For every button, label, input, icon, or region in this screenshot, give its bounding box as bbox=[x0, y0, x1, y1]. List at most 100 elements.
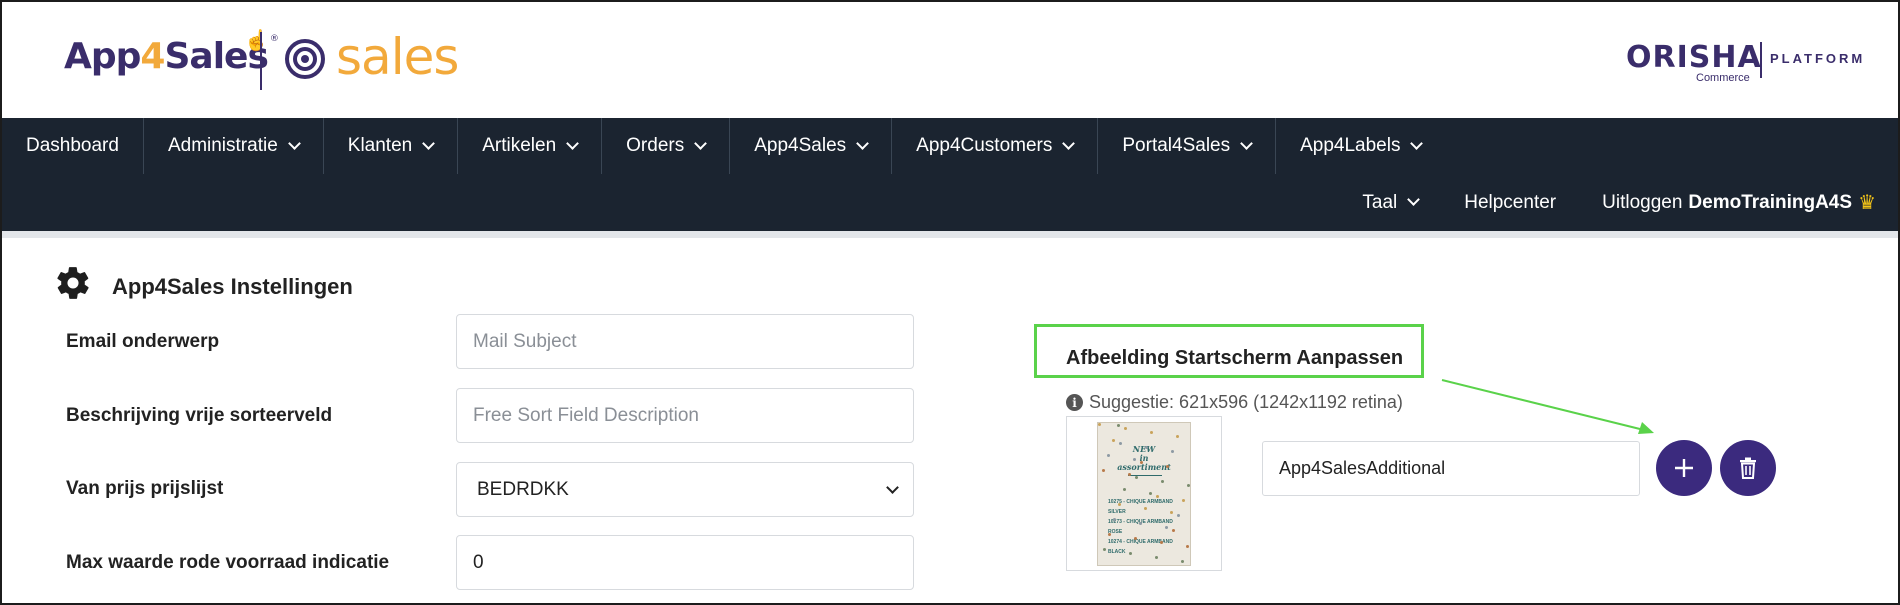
nav-item-portal4sales[interactable]: Portal4Sales bbox=[1098, 118, 1277, 174]
thumb-speckle bbox=[1140, 461, 1143, 464]
thumb-speckle bbox=[1145, 446, 1148, 449]
thumb-speckle bbox=[1165, 526, 1168, 529]
nav-secondary: Taal Helpcenter Uitloggen DemoTrainingA4… bbox=[1316, 174, 1876, 231]
thumb-speckle bbox=[1171, 450, 1174, 453]
thumb-speckle bbox=[1108, 533, 1111, 536]
nav-item-artikelen[interactable]: Artikelen bbox=[458, 118, 603, 174]
thumb-speckle bbox=[1123, 488, 1126, 491]
trash-icon bbox=[1740, 457, 1756, 479]
email-subject-input[interactable]: Mail Subject bbox=[456, 314, 914, 369]
nav-language[interactable]: Taal bbox=[1362, 192, 1421, 214]
nav-item-app4sales[interactable]: App4Sales bbox=[730, 118, 893, 174]
thumb-speckle bbox=[1187, 484, 1190, 487]
thumb-speckle bbox=[1144, 507, 1147, 510]
plus-icon bbox=[1675, 459, 1693, 477]
nav-item-label: App4Labels bbox=[1300, 135, 1401, 156]
thumb-speckle bbox=[1124, 427, 1127, 430]
sort-field-input[interactable]: Free Sort Field Description bbox=[456, 388, 914, 443]
nav-item-label: Portal4Sales bbox=[1122, 135, 1231, 156]
orisha-divider bbox=[1760, 42, 1762, 78]
nav-item-administratie[interactable]: Administratie bbox=[144, 118, 324, 174]
thumb-speckle bbox=[1170, 511, 1173, 514]
orisha-sub: Commerce bbox=[1696, 72, 1750, 84]
thumb-speckle bbox=[1117, 424, 1120, 427]
chevron-down-icon bbox=[1407, 193, 1421, 206]
thumb-headline: NEW in assortiment bbox=[1117, 444, 1171, 472]
nav-item-label: App4Sales bbox=[754, 135, 847, 156]
thumb-speckle bbox=[1139, 522, 1142, 525]
thumb-speckle bbox=[1135, 476, 1138, 479]
chevron-down-icon bbox=[694, 136, 708, 150]
image-preview[interactable]: NEW in assortiment 10275 - CHIQUE ARMBAN… bbox=[1066, 416, 1222, 571]
annotation-arrow bbox=[1441, 379, 1654, 434]
thumb-speckle bbox=[1160, 541, 1163, 544]
app-frame: App4Sales ® ☝ sales ORISHA Commerce PLATF… bbox=[0, 0, 1900, 605]
sort-field-label: Beschrijving vrije sorteerveld bbox=[66, 405, 333, 426]
chevron-down-icon bbox=[422, 136, 436, 150]
thumb-speckle bbox=[1103, 548, 1106, 551]
thumb-speckle bbox=[1129, 552, 1132, 555]
add-image-button[interactable] bbox=[1656, 440, 1712, 496]
gear-icon bbox=[57, 267, 89, 299]
chevron-down-icon bbox=[1240, 136, 1253, 150]
nav-item-label: Artikelen bbox=[482, 135, 557, 156]
thumb-speckle bbox=[1161, 480, 1164, 483]
thumb-speckle bbox=[1112, 439, 1115, 442]
pricelist-select[interactable]: BEDRDKK bbox=[456, 462, 914, 517]
thumb-speckle bbox=[1098, 423, 1101, 426]
sales-logo: sales bbox=[336, 28, 459, 86]
thumb-speckle bbox=[1172, 529, 1175, 532]
thumb-speckle bbox=[1134, 537, 1137, 540]
image-panel-title: Afbeelding Startscherm Aanpassen bbox=[1066, 347, 1404, 369]
nav-item-klanten[interactable]: Klanten bbox=[324, 118, 459, 174]
image-filename-field[interactable]: App4SalesAdditional bbox=[1262, 441, 1640, 496]
chevron-down-icon bbox=[1410, 136, 1424, 150]
nav-item-dashboard[interactable]: Dashboard bbox=[2, 118, 144, 174]
orisha-logo: ORISHA Commerce bbox=[1626, 40, 1762, 84]
orisha-word: ORISHA bbox=[1626, 40, 1762, 75]
nav-item-label: Administratie bbox=[167, 135, 278, 156]
username: DemoTrainingA4S bbox=[1688, 191, 1853, 213]
section-title: App4Sales Instellingen bbox=[112, 274, 353, 299]
stock-indicator-label: Max waarde rode voorraad indicatie bbox=[66, 552, 390, 573]
nav-item-label: Dashboard bbox=[26, 135, 119, 156]
logo-divider bbox=[260, 32, 262, 90]
chevron-down-icon bbox=[856, 136, 870, 150]
thumb-speckle bbox=[1119, 442, 1122, 445]
nav-logout[interactable]: Uitloggen DemoTrainingA4S ♛ bbox=[1602, 190, 1876, 215]
orisha-platform: PLATFORM bbox=[1770, 51, 1866, 66]
chevron-down-icon bbox=[886, 480, 899, 494]
delete-image-button[interactable] bbox=[1720, 440, 1776, 496]
chevron-down-icon bbox=[566, 136, 580, 150]
thumb-speckle bbox=[1113, 518, 1116, 521]
thumb-speckle bbox=[1182, 499, 1185, 502]
thumb-speckle bbox=[1118, 503, 1121, 506]
thumb-speckle bbox=[1102, 469, 1105, 472]
stock-indicator-input[interactable]: 0 bbox=[456, 535, 914, 590]
thumb-speckle bbox=[1176, 435, 1179, 438]
nav-shadow bbox=[2, 231, 1898, 238]
target-icon bbox=[285, 39, 325, 79]
pricelist-label: Van prijs prijslijst bbox=[66, 478, 224, 499]
nav-item-app4customers[interactable]: App4Customers bbox=[892, 118, 1099, 174]
preview-thumbnail: NEW in assortiment 10275 - CHIQUE ARMBAN… bbox=[1097, 422, 1191, 566]
chevron-down-icon bbox=[1062, 136, 1076, 150]
thumb-speckle bbox=[1107, 454, 1110, 457]
image-size-hint: i Suggestie: 621x596 (1242x1192 retina) bbox=[1066, 392, 1403, 413]
thumb-speckle bbox=[1186, 545, 1189, 548]
nav-primary: Dashboard Administratie Klanten Artikelen Or… bbox=[2, 118, 1445, 174]
thumb-speckle bbox=[1149, 492, 1152, 495]
nav-item-label: Orders bbox=[626, 135, 685, 156]
chevron-down-icon bbox=[287, 136, 301, 150]
nav-helpcenter[interactable]: Helpcenter bbox=[1464, 192, 1556, 214]
thumb-speckle bbox=[1181, 560, 1184, 563]
nav-item-label: App4Customers bbox=[916, 135, 1053, 156]
thumb-speckle bbox=[1155, 556, 1158, 559]
nav-item-app4labels[interactable]: App4Labels bbox=[1276, 118, 1445, 174]
thumb-speckle bbox=[1166, 465, 1169, 468]
email-subject-label: Email onderwerp bbox=[66, 331, 220, 352]
main-nav: Dashboard Administratie Klanten Artikelen Or… bbox=[2, 118, 1898, 231]
thumb-speckle bbox=[1133, 458, 1136, 461]
nav-item-orders[interactable]: Orders bbox=[602, 118, 731, 174]
info-icon: i bbox=[1066, 394, 1083, 411]
